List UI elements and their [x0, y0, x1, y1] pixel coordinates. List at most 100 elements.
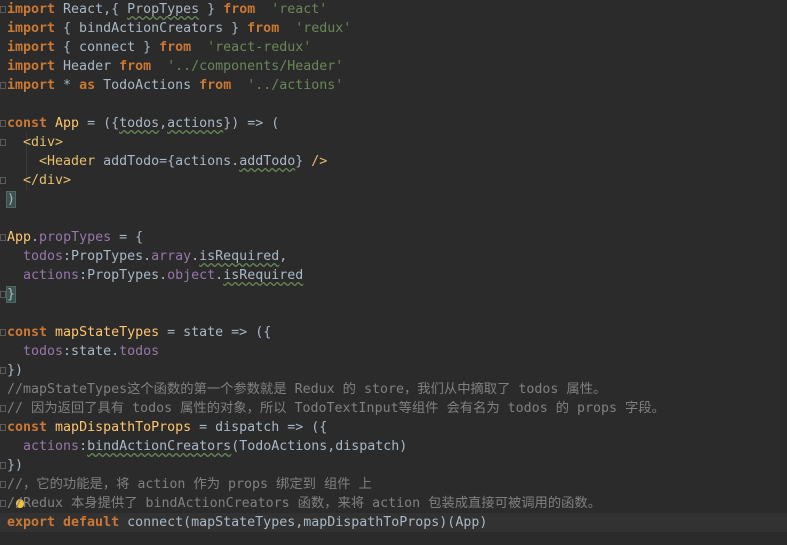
fold-marker-icon[interactable] — [0, 424, 6, 431]
code-line[interactable]: //mapStateTypes这个函数的第一个参数就是 Redux 的 stor… — [0, 380, 787, 399]
code-text: </div> — [7, 171, 71, 190]
code-token: '../actions' — [239, 78, 344, 93]
code-token: . — [31, 230, 40, 245]
code-token: = state => ({ — [159, 325, 272, 340]
code-token: from — [247, 21, 288, 36]
code-line[interactable]: const App = ({todos,actions}) => ( — [0, 114, 787, 133]
fold-marker-icon[interactable] — [0, 120, 6, 127]
code-token: array — [151, 249, 192, 264]
code-line[interactable]: const mapStateTypes = state => ({ — [0, 323, 787, 342]
code-line[interactable]: </div> — [0, 171, 787, 190]
code-line[interactable]: // 因为返回了具有 todos 属性的对象，所以 TodoTextInput等… — [0, 399, 787, 418]
code-line[interactable]: import React,{ PropTypes } from 'react' — [0, 0, 787, 19]
code-token: * — [63, 78, 80, 93]
code-line[interactable] — [0, 95, 787, 114]
code-line[interactable]: todos:PropTypes.array.isRequired, — [0, 247, 787, 266]
code-line[interactable]: //Redux 本身提供了 bindActionCreators 函数，来将 a… — [0, 494, 787, 513]
code-token: . — [191, 249, 200, 264]
code-token: const — [7, 420, 56, 435]
code-text: import { connect } from 'react-redux' — [7, 38, 311, 57]
code-token: } — [295, 154, 312, 169]
code-text: const mapStateTypes = state => ({ — [7, 323, 271, 342]
code-token: bindActionCreators — [87, 439, 232, 454]
code-text: actions:PropTypes.object.isRequired — [7, 266, 303, 285]
code-token: , — [159, 116, 168, 131]
code-token: 'react' — [263, 2, 328, 17]
code-token: { connect } — [63, 40, 160, 55]
code-token: from — [119, 59, 160, 74]
code-line[interactable]: }) — [0, 361, 787, 380]
code-line[interactable]: App.propTypes = { — [0, 228, 787, 247]
code-token: import — [7, 21, 64, 36]
code-line[interactable]: <div> — [0, 133, 787, 152]
fold-marker-icon[interactable] — [0, 82, 6, 89]
code-text: actions:bindActionCreators(TodoActions,d… — [7, 437, 407, 456]
fold-marker-icon[interactable] — [0, 6, 6, 13]
code-token: from — [223, 2, 264, 17]
code-token: addTodo= — [103, 154, 168, 169]
code-line[interactable]: export default connect(mapStateTypes,map… — [0, 513, 787, 532]
code-line[interactable]: const mapDispathToProps = dispatch => ({ — [0, 418, 787, 437]
code-token: connect(mapStateTypes,mapDispathToProps)… — [127, 515, 488, 530]
fold-marker-icon[interactable] — [0, 329, 6, 336]
code-token: 'redux' — [287, 21, 352, 36]
code-token: // 因为返回了具有 todos 属性的对象，所以 TodoTextInput等… — [7, 401, 665, 416]
code-token: as — [79, 78, 104, 93]
code-token: todos — [119, 116, 160, 131]
code-editor[interactable]: import React,{ PropTypes } from 'react' i… — [0, 0, 787, 545]
code-line[interactable]: <Header addTodo={actions.addTodo} /> — [0, 152, 787, 171]
code-token: <Header — [39, 154, 104, 169]
code-text: <div> — [7, 133, 63, 152]
code-line[interactable]: import { bindActionCreators } from 'redu… — [0, 19, 787, 38]
code-token: :PropTypes. — [79, 268, 168, 283]
code-line[interactable]: actions:bindActionCreators(TodoActions,d… — [0, 437, 787, 456]
code-token: //，它的功能是，将 action 作为 props 绑定到 组件 上 — [7, 477, 372, 492]
code-line[interactable]: actions:PropTypes.object.isRequired — [0, 266, 787, 285]
code-line[interactable]: import * as TodoActions from '../actions… — [0, 76, 787, 95]
code-line[interactable]: ) — [0, 190, 787, 209]
code-token: const — [7, 116, 56, 131]
code-token: import — [7, 59, 64, 74]
code-token: actions — [23, 439, 80, 454]
fold-marker-icon[interactable] — [0, 234, 6, 241]
code-token: { bindActionCreators } — [63, 21, 248, 36]
code-token: App — [7, 230, 32, 245]
code-line[interactable]: import { connect } from 'react-redux' — [0, 38, 787, 57]
fold-marker-icon[interactable] — [0, 367, 6, 374]
code-token: }) — [7, 458, 24, 473]
code-text: todos:state.todos — [7, 342, 159, 361]
code-token: isRequired — [223, 268, 304, 283]
fold-marker-icon[interactable] — [0, 462, 6, 469]
code-text: import { bindActionCreators } from 'redu… — [7, 19, 351, 38]
code-token: } — [5, 286, 17, 303]
fold-marker-icon[interactable] — [0, 405, 6, 412]
code-line[interactable] — [0, 209, 787, 228]
code-token: todos — [23, 344, 64, 359]
fold-marker-icon[interactable] — [0, 177, 6, 184]
code-line[interactable]: } — [0, 285, 787, 304]
code-text: ) — [5, 190, 17, 209]
code-token: mapDispathToProps — [55, 420, 192, 435]
code-line[interactable]: import Header from '../components/Header… — [0, 57, 787, 76]
code-token: , — [279, 249, 288, 264]
code-token: (TodoActions,dispatch) — [231, 439, 408, 454]
code-text: import * as TodoActions from '../actions… — [7, 76, 343, 95]
fold-marker-icon[interactable] — [0, 500, 6, 507]
code-token: mapStateTypes — [55, 325, 160, 340]
code-token: </div> — [23, 173, 72, 188]
code-line[interactable] — [0, 304, 787, 323]
fold-marker-icon[interactable] — [0, 139, 6, 146]
code-line[interactable]: todos:state.todos — [0, 342, 787, 361]
fold-marker-icon[interactable] — [0, 291, 6, 298]
code-line[interactable]: }) — [0, 456, 787, 475]
code-line[interactable]: //，它的功能是，将 action 作为 props 绑定到 组件 上 — [0, 475, 787, 494]
code-token: object — [167, 268, 216, 283]
fold-marker-icon[interactable] — [0, 481, 6, 488]
code-token: PropTypes — [127, 2, 200, 17]
code-token: : — [79, 439, 88, 454]
code-text: import Header from '../components/Header… — [7, 57, 343, 76]
